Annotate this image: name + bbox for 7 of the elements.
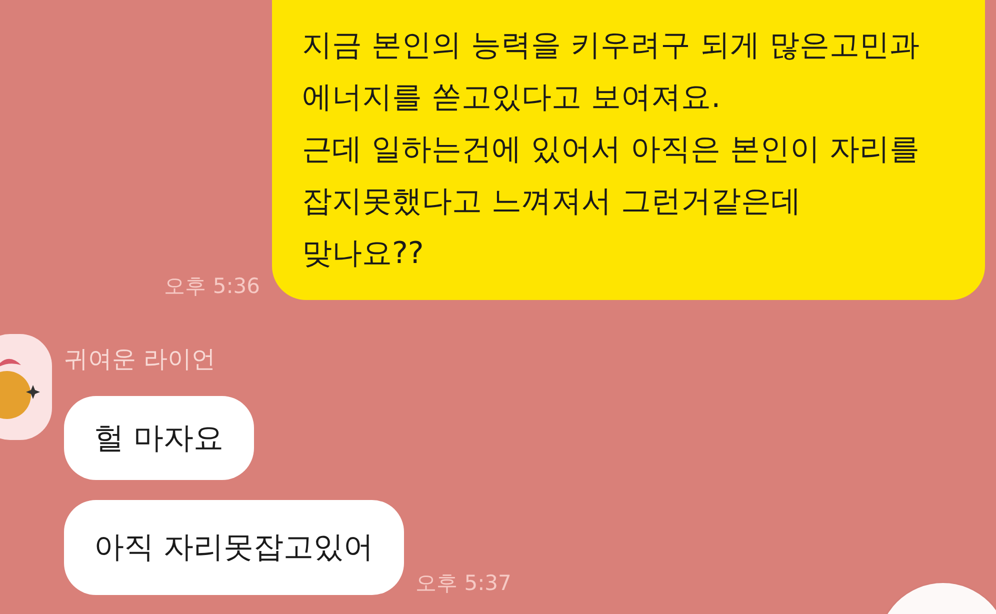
- sender-name: 귀여운 라이언: [64, 344, 216, 375]
- message-time: 오후 5:37: [416, 570, 512, 596]
- sent-message-bubble: 지금 본인의 능력을 키우려구 되게 많은고민과 에너지를 쏟고있다고 보여져요. 근데 일하는건에 있어서 아직은 본인이 자리를 잡지못했다고 느껴져서 그런거같은데 맞나요??: [272, 0, 985, 300]
- avatar-drawing[interactable]: [0, 334, 52, 440]
- received-message-bubble: 헐 마자요: [64, 396, 254, 480]
- message-time: 오후 5:36: [164, 272, 260, 300]
- received-message-bubble: 아직 자리못잡고있어: [64, 500, 404, 595]
